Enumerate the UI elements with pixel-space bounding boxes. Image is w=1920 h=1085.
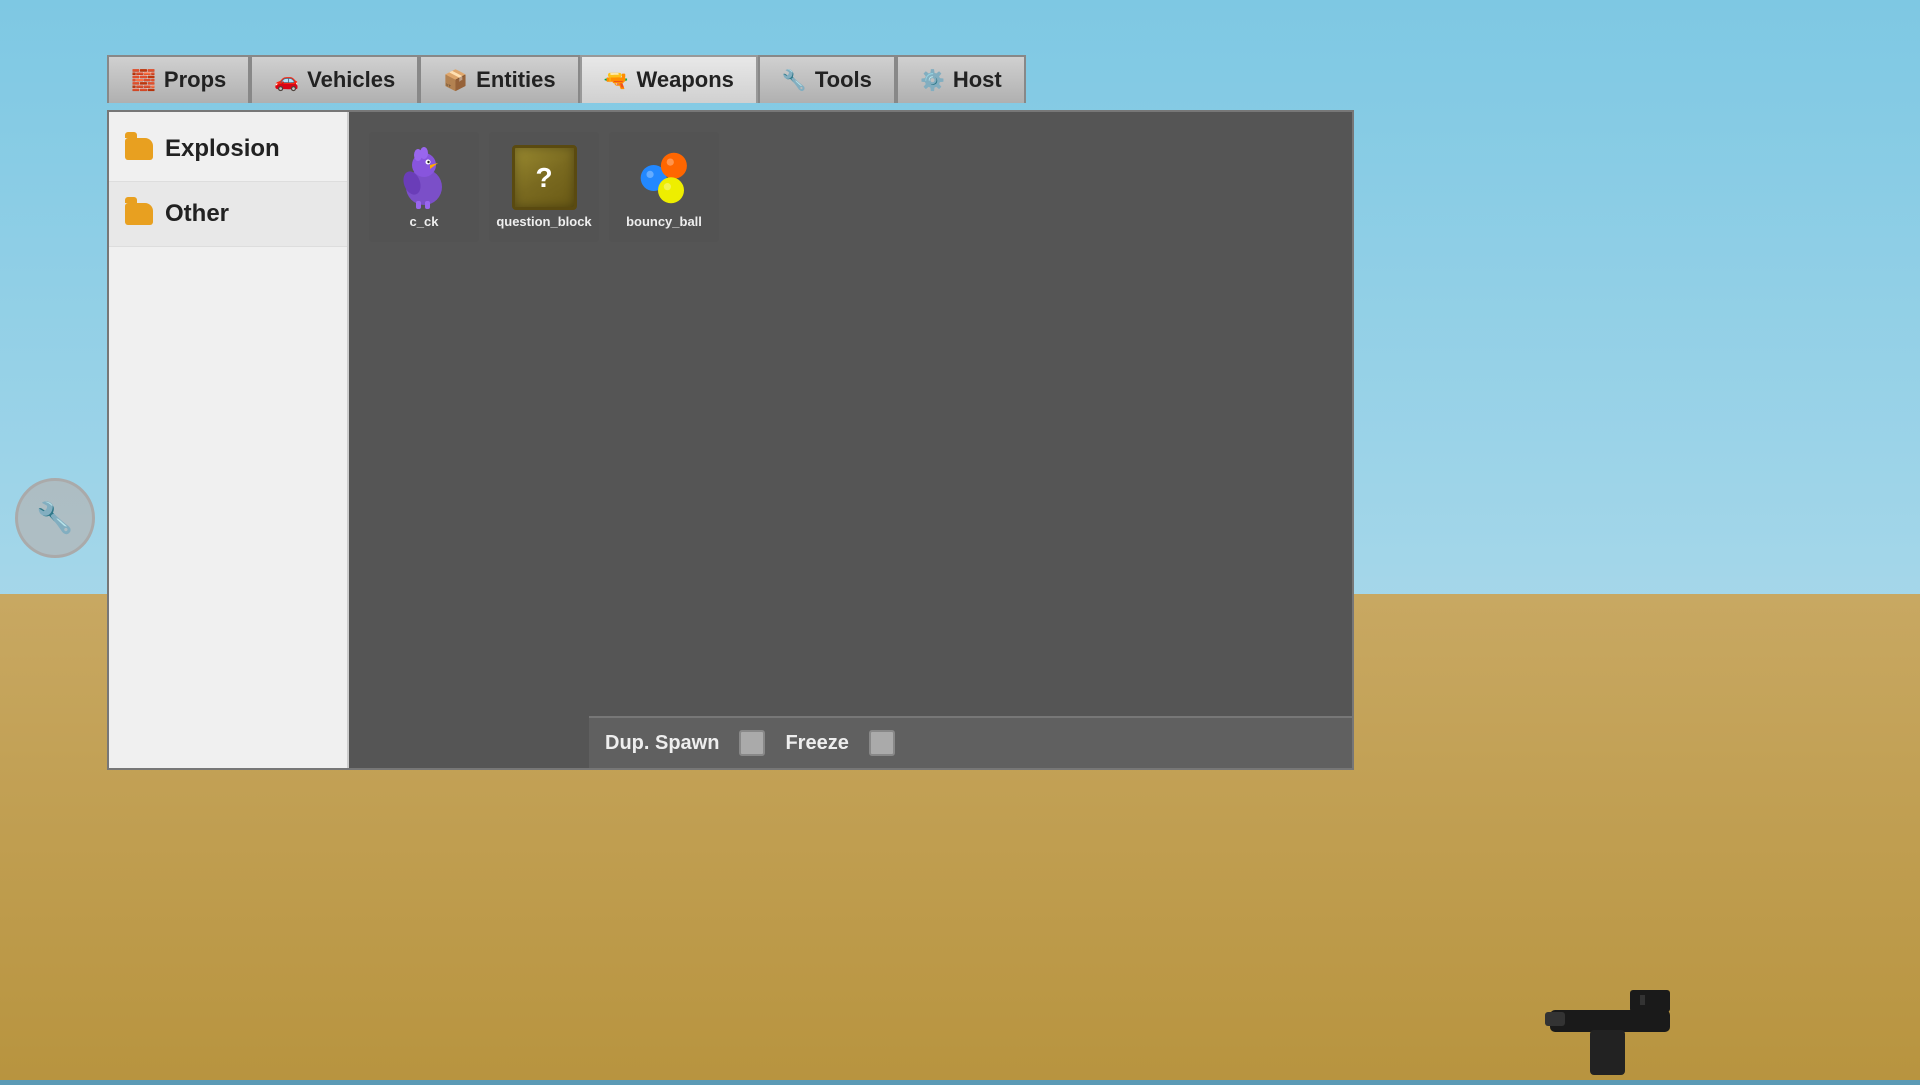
tab-props[interactable]: 🧱 Props	[107, 55, 250, 103]
wrench-icon: 🔧	[36, 501, 73, 536]
folder-icon-explosion	[125, 138, 153, 160]
content-area: c_ck ? question_block	[349, 112, 1352, 768]
tab-tools[interactable]: 🔧 Tools	[758, 55, 896, 103]
item-question-block[interactable]: ? question_block	[489, 132, 599, 242]
vehicles-icon: 🚗	[274, 68, 299, 93]
tool-circle[interactable]: 🔧	[15, 478, 95, 558]
c-ck-icon	[392, 145, 457, 210]
tab-host-label: Host	[953, 67, 1002, 93]
tools-icon: 🔧	[782, 68, 807, 93]
sidebar-item-explosion-label: Explosion	[165, 135, 280, 163]
tab-weapons-label: Weapons	[637, 67, 734, 93]
tab-entities-label: Entities	[476, 67, 555, 93]
c-ck-label: c_ck	[410, 214, 439, 229]
bottom-bar: Dup. Spawn Freeze	[589, 716, 1352, 768]
question-block-icon: ?	[512, 145, 577, 210]
freeze-label: Freeze	[785, 732, 848, 755]
sidebar: Explosion Other	[109, 112, 349, 768]
dup-spawn-label: Dup. Spawn	[605, 732, 719, 755]
tab-bar: 🧱 Props 🚗 Vehicles 📦 Entities 🔫 Weapons …	[107, 55, 1026, 103]
host-icon: ⚙️	[920, 68, 945, 93]
sidebar-item-explosion[interactable]: Explosion	[109, 117, 347, 182]
bouncy-ball-icon	[632, 145, 697, 210]
items-grid: c_ck ? question_block	[359, 122, 1342, 252]
tab-tools-label: Tools	[815, 67, 872, 93]
weapons-icon: 🔫	[604, 68, 629, 93]
folder-icon-other	[125, 203, 153, 225]
dup-spawn-checkbox[interactable]	[739, 730, 765, 756]
sidebar-item-other-label: Other	[165, 200, 229, 228]
tab-props-label: Props	[164, 67, 226, 93]
question-block-label: question_block	[496, 214, 591, 229]
item-bouncy-ball[interactable]: bouncy_ball	[609, 132, 719, 242]
tab-weapons[interactable]: 🔫 Weapons	[580, 55, 758, 103]
tab-vehicles[interactable]: 🚗 Vehicles	[250, 55, 419, 103]
tab-host[interactable]: ⚙️ Host	[896, 55, 1026, 103]
tab-vehicles-label: Vehicles	[307, 67, 395, 93]
props-icon: 🧱	[131, 68, 156, 93]
main-panel: Explosion Other	[107, 110, 1354, 770]
freeze-checkbox[interactable]	[869, 730, 895, 756]
gun-image	[1540, 960, 1720, 1080]
entities-icon: 📦	[443, 68, 468, 93]
tab-entities[interactable]: 📦 Entities	[419, 55, 579, 103]
sidebar-item-other[interactable]: Other	[109, 182, 347, 247]
item-c-ck[interactable]: c_ck	[369, 132, 479, 242]
